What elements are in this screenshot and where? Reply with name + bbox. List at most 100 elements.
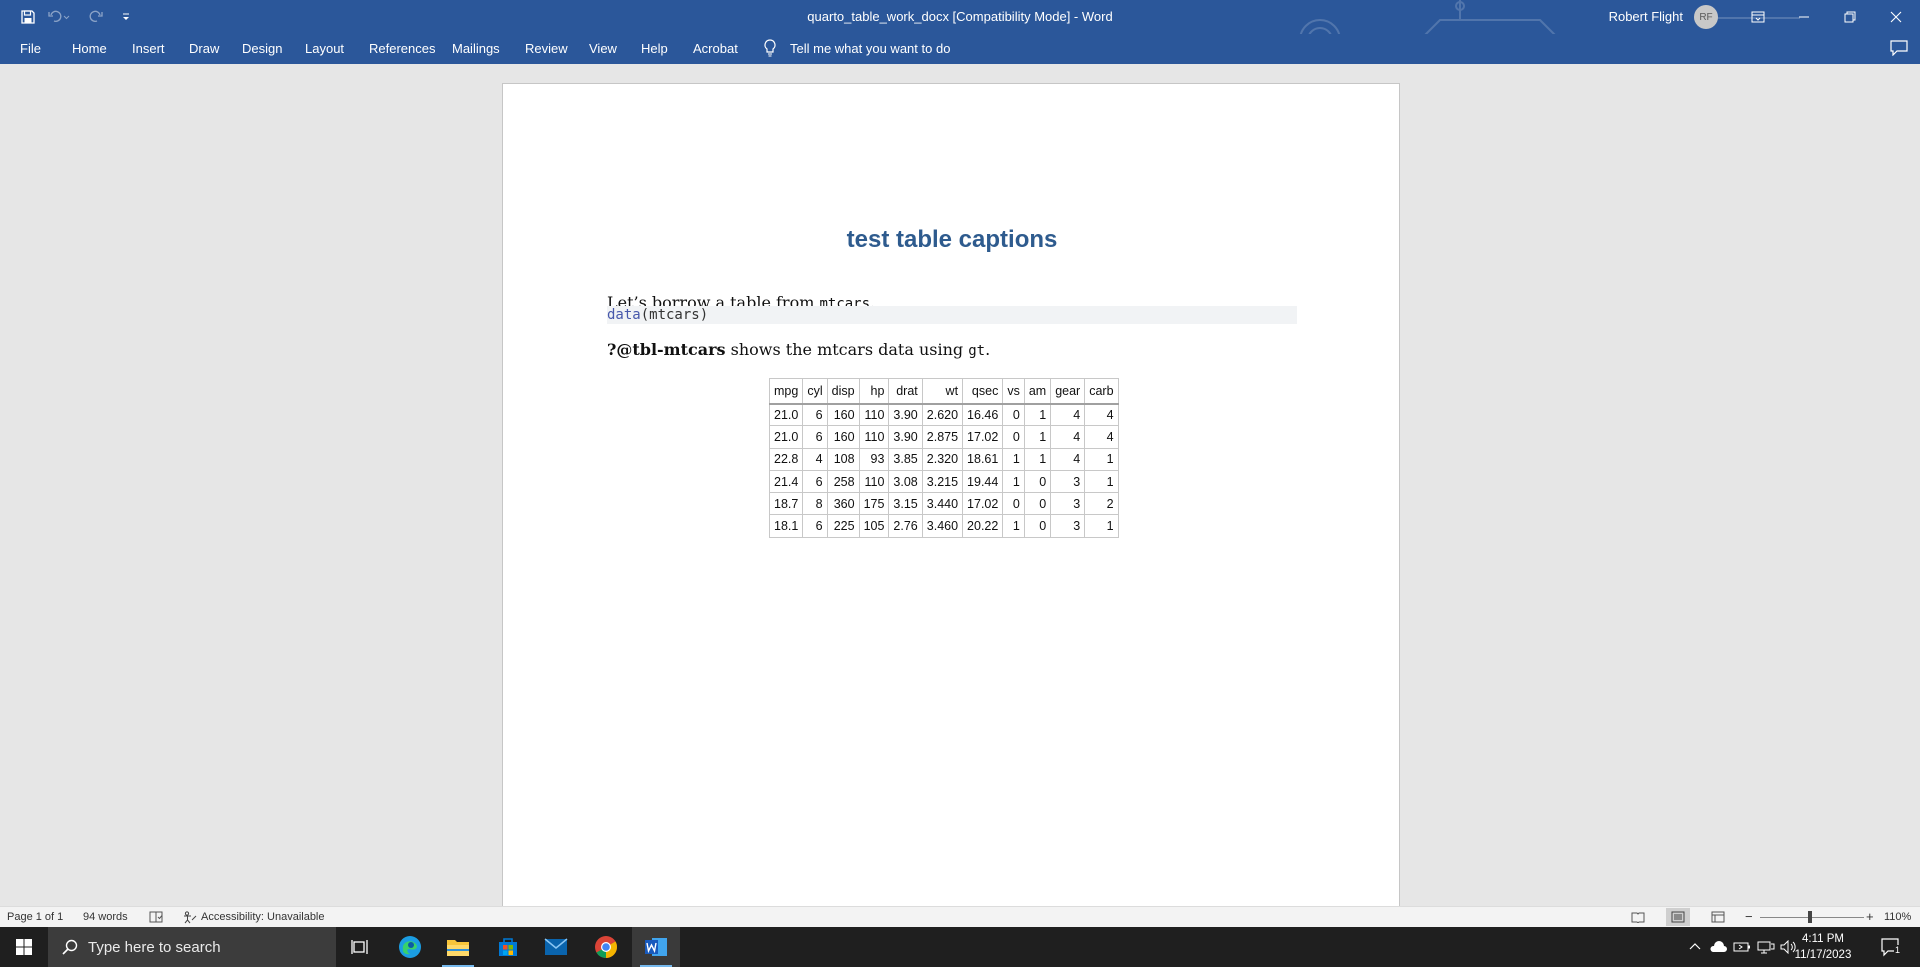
task-view-button[interactable] bbox=[336, 927, 384, 967]
table-cell: 3.440 bbox=[921, 492, 964, 516]
title-bar: quarto_table_work_docx [Compatibility Mo… bbox=[0, 0, 1920, 34]
table-cell: 3 bbox=[1050, 492, 1086, 516]
tab-file[interactable]: File bbox=[20, 41, 41, 56]
word-count[interactable]: 94 words bbox=[83, 911, 128, 923]
network-icon[interactable] bbox=[1757, 940, 1775, 954]
table-cell: 1 bbox=[1023, 402, 1052, 427]
table-cell: 18.61 bbox=[962, 447, 1004, 471]
table-cell: 2.875 bbox=[921, 425, 964, 449]
table-cell: 110 bbox=[858, 425, 890, 449]
table-cell: 3.90 bbox=[888, 402, 923, 427]
proofing-icon[interactable] bbox=[149, 911, 163, 923]
table-header-cell: carb bbox=[1084, 378, 1119, 405]
tab-insert[interactable]: Insert bbox=[132, 41, 165, 56]
inline-code: gt bbox=[968, 343, 986, 359]
read-mode-icon[interactable] bbox=[1631, 911, 1645, 923]
mtcars-table[interactable]: mpg cyl disp hp drat wt qsec vs am gear carb 21.0 6… bbox=[768, 378, 1119, 538]
tell-me-search[interactable]: Tell me what you want to do bbox=[790, 41, 950, 56]
mail-icon bbox=[544, 938, 568, 955]
onedrive-cloud-icon[interactable] bbox=[1709, 940, 1727, 954]
chrome-taskbar-button[interactable] bbox=[582, 927, 630, 967]
table-cell: 2.320 bbox=[921, 447, 964, 471]
document-canvas[interactable]: test table captions Let’s borrow a table… bbox=[0, 64, 1920, 906]
store-taskbar-button[interactable] bbox=[484, 927, 532, 967]
table-cell: 2.620 bbox=[921, 402, 964, 427]
table-cell: 4 bbox=[1084, 425, 1119, 449]
taskbar-search-box[interactable]: Type here to search bbox=[48, 927, 336, 967]
table-cell: 0 bbox=[1002, 425, 1025, 449]
table-cell: 1 bbox=[1084, 514, 1119, 538]
table-cell: 3.08 bbox=[888, 469, 923, 494]
table-row: 18.1 6 225 105 2.76 3.460 20.22 1 0 3 1 bbox=[768, 514, 1119, 538]
tab-mailings[interactable]: Mailings bbox=[452, 41, 500, 56]
chrome-icon bbox=[595, 936, 617, 958]
comments-icon[interactable] bbox=[1890, 40, 1908, 56]
tab-draw[interactable]: Draw bbox=[189, 41, 219, 56]
battery-icon[interactable] bbox=[1733, 940, 1751, 954]
mail-taskbar-button[interactable] bbox=[532, 927, 580, 967]
code-args: (mtcars) bbox=[640, 307, 709, 323]
zoom-out-button[interactable]: − bbox=[1745, 909, 1753, 924]
table-cell: 21.0 bbox=[768, 425, 804, 449]
zoom-slider[interactable] bbox=[1760, 917, 1864, 918]
minimize-button[interactable] bbox=[1781, 0, 1827, 34]
document-page[interactable]: test table captions Let’s borrow a table… bbox=[502, 83, 1400, 906]
zoom-slider-thumb[interactable] bbox=[1808, 911, 1812, 923]
page-count[interactable]: Page 1 of 1 bbox=[7, 911, 63, 923]
tab-layout[interactable]: Layout bbox=[305, 41, 344, 56]
tab-design[interactable]: Design bbox=[242, 41, 282, 56]
word-taskbar-button[interactable] bbox=[632, 927, 680, 967]
tab-review[interactable]: Review bbox=[525, 41, 568, 56]
ribbon-display-icon bbox=[1751, 11, 1765, 23]
notification-center-button[interactable]: 1 bbox=[1880, 937, 1902, 957]
table-header-cell: vs bbox=[1002, 378, 1025, 405]
tab-home[interactable]: Home bbox=[72, 41, 107, 56]
restore-button[interactable] bbox=[1827, 0, 1873, 34]
table-cell: 3.460 bbox=[921, 514, 964, 538]
tab-acrobat[interactable]: Acrobat bbox=[693, 41, 738, 56]
table-row: 21.0 6 160 110 3.90 2.875 17.02 0 1 4 4 bbox=[768, 425, 1119, 449]
folder-icon bbox=[447, 940, 469, 956]
clock-time: 4:11 PM bbox=[1802, 933, 1844, 945]
tab-references[interactable]: References bbox=[369, 41, 435, 56]
edge-taskbar-button[interactable] bbox=[386, 927, 434, 967]
avatar[interactable]: RF bbox=[1694, 5, 1718, 29]
search-placeholder: Type here to search bbox=[88, 939, 221, 956]
taskbar-clock[interactable]: 4:11 PM 11/17/2023 bbox=[1788, 931, 1858, 963]
table-cell: 6 bbox=[802, 469, 828, 494]
table-cell: 1 bbox=[1023, 447, 1052, 471]
table-cell: 17.02 bbox=[962, 492, 1004, 516]
print-layout-button[interactable] bbox=[1666, 908, 1690, 926]
start-button[interactable] bbox=[0, 927, 48, 967]
ribbon-display-options-button[interactable] bbox=[1735, 0, 1781, 34]
table-cell: 8 bbox=[802, 492, 828, 516]
zoom-in-button[interactable]: + bbox=[1866, 909, 1874, 924]
table-cell: 6 bbox=[802, 514, 828, 538]
clock-date: 11/17/2023 bbox=[1794, 949, 1852, 961]
table-row: 18.7 8 360 175 3.15 3.440 17.02 0 0 3 2 bbox=[768, 492, 1119, 516]
user-name[interactable]: Robert Flight bbox=[1609, 9, 1683, 24]
table-cell: 1 bbox=[1084, 447, 1119, 471]
table-cell: 16.46 bbox=[962, 402, 1004, 427]
accessibility-status[interactable]: Accessibility: Unavailable bbox=[201, 911, 325, 923]
table-cell: 19.44 bbox=[962, 469, 1004, 494]
chevron-up-icon[interactable] bbox=[1689, 941, 1701, 953]
table-cell: 21.4 bbox=[768, 469, 804, 494]
tab-help[interactable]: Help bbox=[641, 41, 668, 56]
web-layout-icon[interactable] bbox=[1711, 911, 1725, 923]
table-row: 21.0 6 160 110 3.90 2.620 16.46 0 1 4 4 bbox=[768, 402, 1119, 427]
table-row: 21.4 6 258 110 3.08 3.215 19.44 1 0 3 1 bbox=[768, 469, 1119, 494]
table-cell: 1 bbox=[1023, 425, 1052, 449]
tab-view[interactable]: View bbox=[589, 41, 617, 56]
table-cell: 2.76 bbox=[888, 514, 923, 538]
file-explorer-taskbar-button[interactable] bbox=[434, 927, 482, 967]
zoom-level[interactable]: 110% bbox=[1884, 911, 1911, 923]
table-cell: 105 bbox=[858, 514, 890, 538]
table-cell: 18.1 bbox=[768, 514, 804, 538]
code-block: data(mtcars) bbox=[607, 306, 1297, 324]
table-header-cell: hp bbox=[858, 378, 890, 405]
close-button[interactable] bbox=[1873, 0, 1919, 34]
table-header-cell: gear bbox=[1050, 378, 1086, 405]
table-cell: 4 bbox=[802, 447, 828, 471]
table-cell: 0 bbox=[1023, 469, 1052, 494]
